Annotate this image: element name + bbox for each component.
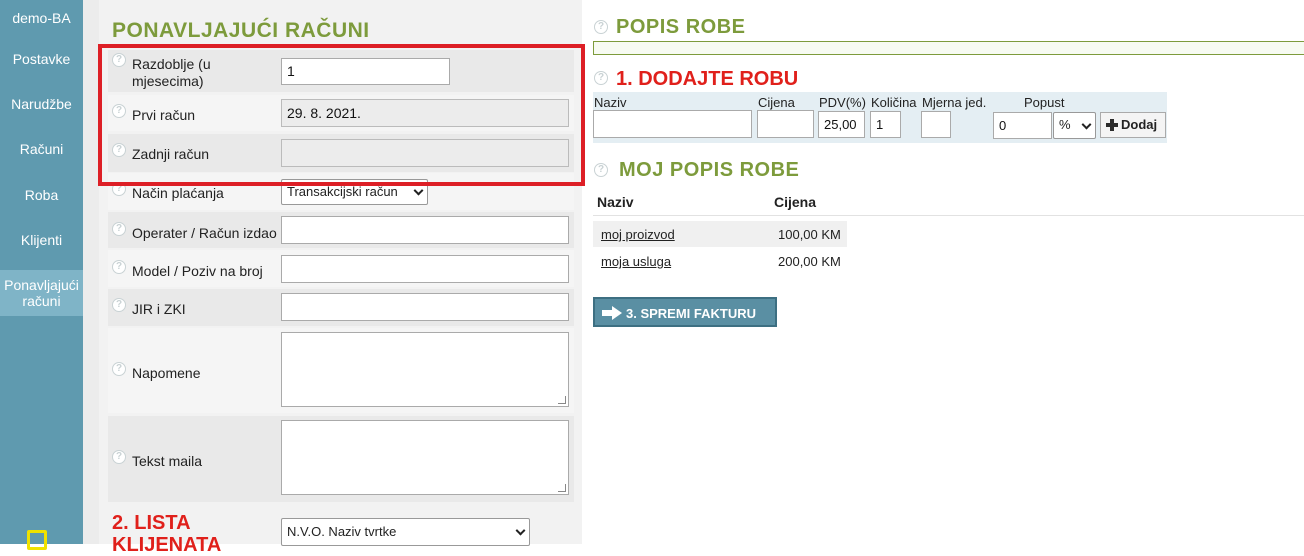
notes-textarea[interactable] (281, 332, 569, 407)
item-discount-input[interactable]: 0 (993, 112, 1052, 139)
discount-type-select[interactable]: % (1053, 112, 1096, 139)
sidebar-item-clients[interactable]: Klijenti (0, 232, 83, 248)
column-header-price: Cijena (774, 194, 817, 210)
page-title: PONAVLJAJUĆI RAČUNI (112, 19, 370, 42)
item-name-input[interactable] (593, 110, 752, 138)
help-icon[interactable]: ? (594, 20, 608, 34)
sidebar-item-account[interactable]: demo-BA (0, 10, 83, 26)
operator-input[interactable] (281, 216, 569, 244)
sidebar-item-orders[interactable]: Narudžbe (0, 96, 83, 112)
add-item-label: Dodaj (1121, 117, 1158, 132)
sidebar-item-invoices[interactable]: Računi (0, 141, 83, 157)
client-list-heading: 2. LISTA KLIJENATA (112, 512, 222, 556)
chevron-down-icon (1081, 119, 1092, 130)
help-icon[interactable]: ? (112, 222, 126, 236)
item-quantity-input[interactable]: 1 (870, 111, 901, 138)
sidebar: demo-BA Postavke Narudžbe Računi Roba Kl… (0, 0, 83, 550)
save-invoice-button[interactable]: 3. SPREMI FAKTURU (593, 297, 777, 327)
help-icon[interactable]: ? (112, 450, 126, 464)
help-icon[interactable]: ? (112, 260, 126, 274)
sidebar-item-goods[interactable]: Roba (0, 187, 83, 203)
chevron-down-icon (515, 525, 526, 536)
goods-link-product[interactable]: moj proizvod (601, 227, 675, 242)
sidebar-item-recurring-invoices[interactable]: Ponavljajući računi (0, 270, 83, 316)
notes-label: Napomene (132, 365, 201, 381)
help-icon[interactable]: ? (112, 362, 126, 376)
goods-title: POPIS ROBE (616, 16, 746, 38)
client-select[interactable]: N.V.O. Naziv tvrtke (281, 518, 530, 546)
help-icon[interactable]: ? (594, 71, 608, 85)
model-reference-label: Model / Poziv na broj (132, 263, 263, 279)
payment-method-label: Način plaćanja (132, 185, 224, 201)
email-text-label: Tekst maila (132, 453, 203, 469)
sidebar-item-settings[interactable]: Postavke (0, 51, 83, 67)
goods-progress-bar (593, 41, 1304, 55)
jir-zki-label: JIR i ZKI (132, 301, 186, 317)
resize-handle-icon[interactable] (558, 396, 566, 404)
plus-icon (1106, 119, 1118, 131)
price-column-label: Cijena (758, 95, 795, 110)
item-price-input[interactable] (757, 110, 814, 138)
resize-handle-icon[interactable] (558, 484, 566, 492)
exit-icon[interactable] (27, 530, 47, 550)
item-vat-input[interactable]: 25,00 (818, 111, 865, 138)
save-invoice-label: 3. SPREMI FAKTURU (626, 306, 757, 321)
item-unit-input[interactable] (921, 111, 951, 138)
highlight-box (98, 44, 585, 186)
column-header-name: Naziv (597, 194, 634, 210)
unit-column-label: Mjerna jed. (922, 95, 987, 110)
operator-label: Operater / Račun izdao (132, 225, 277, 241)
jir-zki-input[interactable] (281, 293, 569, 321)
sidebar-item-label: Ponavljajući (4, 277, 79, 293)
arrow-right-icon (602, 306, 622, 320)
add-goods-heading: 1. DODAJTE ROBU (616, 68, 799, 90)
model-reference-input[interactable] (281, 255, 569, 283)
my-goods-header-row (593, 190, 1304, 216)
goods-link-service[interactable]: moja usluga (601, 254, 671, 269)
chevron-down-icon (413, 185, 424, 196)
discount-column-label: Popust (1024, 95, 1065, 110)
goods-price: 100,00 KM (778, 227, 841, 242)
add-item-button[interactable]: Dodaj (1100, 112, 1166, 138)
sidebar-item-label: računi (22, 293, 61, 309)
name-column-label: Naziv (594, 95, 627, 110)
goods-price: 200,00 KM (778, 254, 841, 269)
vat-column-label: PDV(%) (819, 95, 866, 110)
my-goods-title: MOJ POPIS ROBE (619, 159, 800, 181)
help-icon[interactable]: ? (594, 163, 608, 177)
quantity-column-label: Količina (871, 95, 917, 110)
help-icon[interactable]: ? (112, 298, 126, 312)
email-text-textarea[interactable] (281, 420, 569, 495)
sidebar-gutter (83, 0, 99, 544)
